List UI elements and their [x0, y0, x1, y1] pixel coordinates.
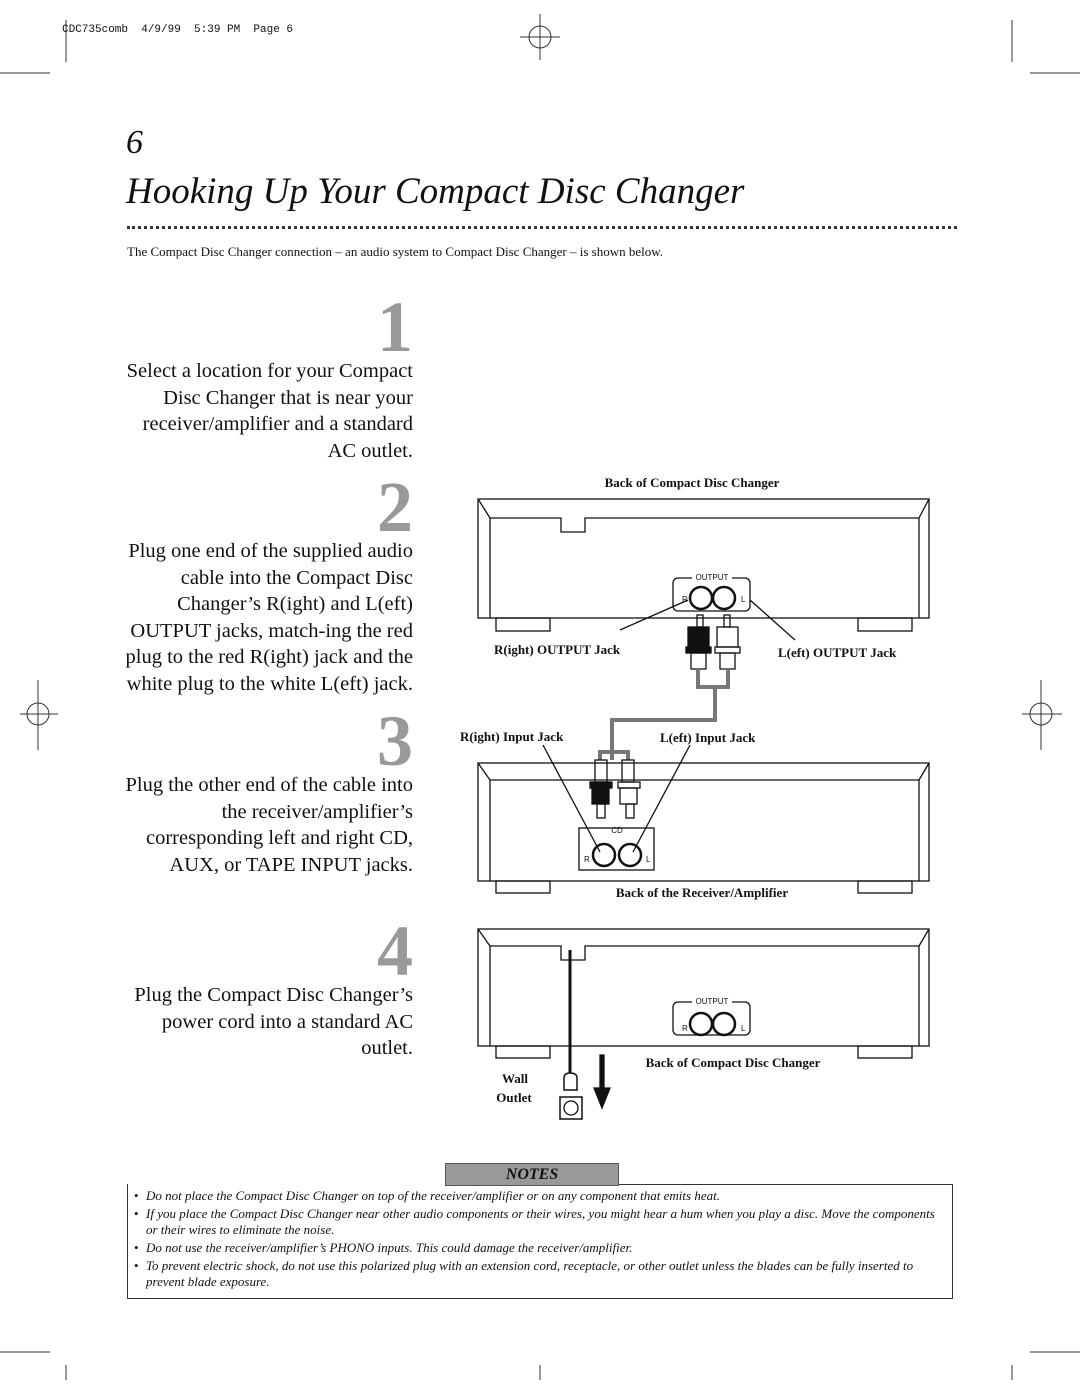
label-outlet: Outlet [496, 1090, 532, 1105]
wall-outlet-icon [559, 1096, 583, 1120]
notes-heading: NOTES [445, 1163, 619, 1186]
label-left-input-jack: L(eft) Input Jack [660, 730, 756, 745]
label-back-changer-top: Back of Compact Disc Changer [605, 475, 780, 490]
output-label: OUTPUT [696, 997, 729, 1006]
note-item: If you place the Compact Disc Changer ne… [130, 1206, 945, 1238]
cd-changer-top: OUTPUT R L [477, 498, 930, 632]
l-label: L [741, 1024, 746, 1033]
arrow-down-icon [593, 1054, 611, 1110]
r-label: R [584, 855, 590, 864]
power-plug-icon [563, 1072, 578, 1091]
output-label: OUTPUT [696, 573, 729, 582]
label-wall: Wall [502, 1071, 528, 1086]
note-item: Do not place the Compact Disc Changer on… [130, 1188, 945, 1204]
l-label: L [741, 595, 746, 604]
cd-label: CD [611, 826, 623, 835]
label-back-changer-bottom: Back of Compact Disc Changer [646, 1055, 821, 1070]
manual-page: CDC735comb 4/9/99 5:39 PM Page 6 6 Hooki… [0, 0, 1080, 1397]
label-back-receiver: Back of the Receiver/Amplifier [616, 885, 788, 900]
notes-rule [617, 1184, 952, 1185]
label-left-output-jack: L(eft) OUTPUT Jack [778, 645, 897, 660]
cd-changer-bottom: OUTPUT R L [477, 928, 930, 1120]
l-label: L [646, 855, 651, 864]
note-item: To prevent electric shock, do not use th… [130, 1258, 945, 1290]
label-right-input-jack: R(ight) Input Jack [460, 729, 564, 744]
left-input-jack-icon [617, 842, 643, 868]
note-item: Do not use the receiver/amplifier’s PHON… [130, 1240, 945, 1256]
left-output-jack-icon [711, 585, 737, 611]
right-output-jack-icon [688, 585, 714, 611]
r-label: R [682, 1024, 688, 1033]
receiver-amplifier: CD R L [477, 759, 930, 894]
right-input-jack-icon [591, 842, 617, 868]
label-right-output-jack: R(ight) OUTPUT Jack [494, 642, 621, 657]
notes-list: Do not place the Compact Disc Changer on… [130, 1188, 945, 1292]
